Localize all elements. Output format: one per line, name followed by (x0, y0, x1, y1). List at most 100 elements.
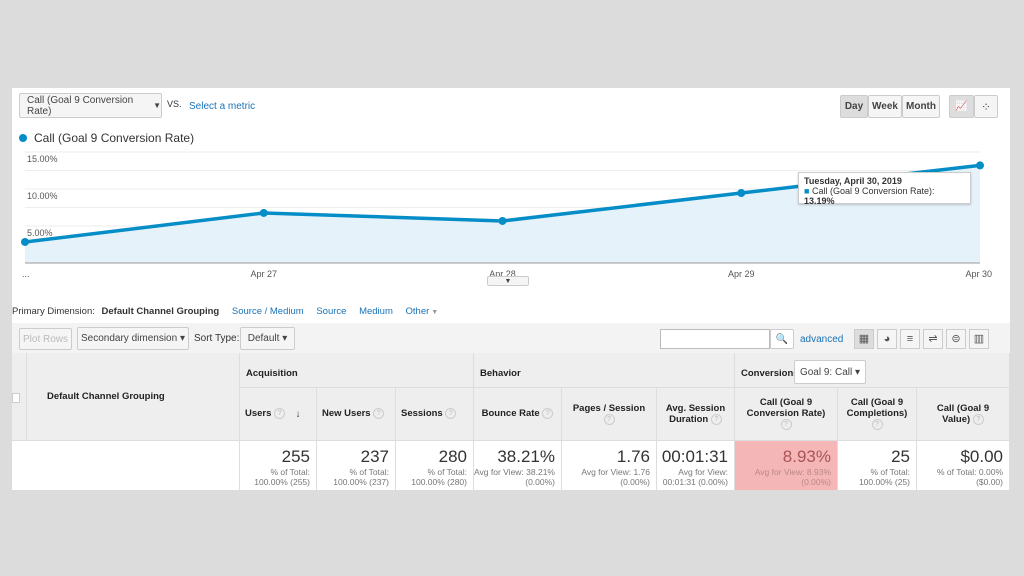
group-behavior: Behavior (474, 353, 735, 388)
column-header-label: Users (245, 409, 271, 420)
primary-dimension-bar: Primary Dimension: Default Channel Group… (12, 306, 438, 317)
total-cell: 255% of Total: 100.00% (255) (240, 441, 317, 490)
group-conversions: Conversions (735, 353, 1010, 388)
total-cell: 25% of Total: 100.00% (25) (838, 441, 917, 490)
week-button[interactable]: Week (868, 95, 902, 118)
select-all-checkbox[interactable] (12, 393, 20, 403)
column-header[interactable]: Sessions ? (396, 388, 474, 441)
pie-view-icon[interactable]: ◕ (877, 329, 897, 349)
help-icon[interactable]: ? (781, 419, 792, 430)
data-point (737, 189, 745, 197)
plot-rows-button[interactable]: Plot Rows (19, 328, 72, 350)
column-header-label: Pages / Session (573, 403, 645, 414)
total-subtext: % of Total: 0.00% ($0.00) (917, 467, 1003, 487)
column-header[interactable]: Call (Goal 9 Conversion Rate) ? (735, 388, 838, 441)
dimension-source-medium[interactable]: Source / Medium (232, 306, 304, 317)
data-point (976, 161, 984, 169)
line-chart: 15.00%10.00%5.00%...Apr 27Apr 28Apr 29Ap… (12, 148, 1010, 288)
table-search-input[interactable] (660, 329, 770, 349)
column-header[interactable]: New Users ? (317, 388, 396, 441)
total-row-label (12, 441, 240, 490)
total-value: 8.93% (735, 447, 831, 467)
primary-dimension-label: Primary Dimension: (12, 306, 95, 317)
total-subtext: % of Total: 100.00% (280) (396, 467, 467, 487)
table-view-icon[interactable]: ▦ (854, 329, 874, 349)
column-header-label: New Users (322, 409, 371, 420)
column-header[interactable]: Call (Goal 9 Completions) ? (838, 388, 917, 441)
help-icon[interactable]: ? (542, 408, 553, 419)
line-chart-icon[interactable]: 📈 (949, 95, 974, 118)
month-button[interactable]: Month (902, 95, 940, 118)
help-icon[interactable]: ? (973, 414, 984, 425)
total-value: 255 (240, 447, 310, 467)
help-icon[interactable]: ? (872, 419, 883, 430)
column-header[interactable]: Avg. Session Duration ? (657, 388, 735, 441)
select-metric-link[interactable]: Select a metric (189, 101, 255, 112)
collapse-chart-button[interactable]: ▼ (487, 276, 529, 286)
total-value: 38.21% (474, 447, 555, 467)
total-subtext: % of Total: 100.00% (237) (317, 467, 389, 487)
total-value: 00:01:31 (657, 447, 728, 467)
total-subtext: Avg for View: 8.93% (0.00%) (735, 467, 831, 487)
x-tick-label: Apr 29 (728, 269, 755, 279)
total-cell: 280% of Total: 100.00% (280) (396, 441, 474, 490)
total-value: 280 (396, 447, 467, 467)
y-tick-label: 15.00% (27, 154, 58, 164)
data-point (260, 209, 268, 217)
goal-select[interactable]: Goal 9: Call ▾ (794, 360, 866, 384)
total-cell: 8.93%Avg for View: 8.93% (0.00%) (735, 441, 838, 490)
group-acquisition: Acquisition (240, 353, 474, 388)
sort-type-label: Sort Type: (194, 333, 239, 344)
tooltip-value: 13.19% (804, 196, 835, 206)
period-toggle: Day Week Month (840, 95, 940, 118)
total-subtext: Avg for View: 00:01:31 (0.00%) (657, 467, 728, 487)
column-header-label: Bounce Rate (482, 409, 540, 420)
sort-desc-icon[interactable]: ↓ (296, 409, 301, 420)
column-header[interactable]: Pages / Session ? (562, 388, 657, 441)
pivot-view-icon[interactable]: ▥ (969, 329, 989, 349)
total-value: 25 (838, 447, 910, 467)
help-icon[interactable]: ? (445, 408, 456, 419)
metric-select[interactable]: Call (Goal 9 Conversion Rate)▼ (19, 93, 162, 118)
total-cell: 38.21%Avg for View: 38.21% (0.00%) (474, 441, 562, 490)
total-value: $0.00 (917, 447, 1003, 467)
legend-label: Call (Goal 9 Conversion Rate) (34, 131, 194, 145)
column-header[interactable]: Users ? ↓ (240, 388, 317, 441)
comparison-view-icon[interactable]: ⇌ (923, 329, 943, 349)
secondary-dimension-select[interactable]: Secondary dimension ▾ (77, 327, 189, 350)
day-button[interactable]: Day (840, 95, 868, 118)
column-header[interactable]: Bounce Rate ? (474, 388, 562, 441)
term-cloud-icon[interactable]: ⊜ (946, 329, 966, 349)
column-header-label: Sessions (401, 409, 443, 420)
x-tick-label: Apr 27 (250, 269, 277, 279)
column-header-label: Call (Goal 9 Conversion Rate) (747, 397, 826, 419)
performance-view-icon[interactable]: ≡ (900, 329, 920, 349)
y-tick-label: 5.00% (27, 228, 53, 238)
help-icon[interactable]: ? (604, 414, 615, 425)
chart-tooltip: Tuesday, April 30, 2019 ■ Call (Goal 9 C… (798, 172, 971, 204)
x-tick-label: Apr 30 (965, 269, 992, 279)
dimension-source[interactable]: Source (316, 306, 346, 317)
total-subtext: Avg for View: 38.21% (0.00%) (474, 467, 555, 487)
dimension-medium[interactable]: Medium (359, 306, 393, 317)
total-cell: $0.00% of Total: 0.00% ($0.00) (917, 441, 1010, 490)
report-panel: Call (Goal 9 Conversion Rate)▼ VS. Selec… (12, 88, 1010, 490)
y-tick-label: 10.00% (27, 191, 58, 201)
data-point (499, 217, 507, 225)
search-icon[interactable]: 🔍 (770, 329, 794, 349)
tooltip-date: Tuesday, April 30, 2019 (804, 176, 965, 186)
total-cell: 237% of Total: 100.00% (237) (317, 441, 396, 490)
sort-type-select[interactable]: Default ▾ (240, 327, 295, 350)
dimension-header[interactable]: Default Channel Grouping (27, 353, 240, 441)
motion-chart-icon[interactable]: ⁘ (974, 95, 998, 118)
help-icon[interactable]: ? (373, 408, 384, 419)
dropdown-arrow-icon: ▼ (153, 101, 161, 110)
column-header[interactable]: Call (Goal 9 Value) ? (917, 388, 1010, 441)
legend-dot-icon (19, 134, 27, 142)
help-icon[interactable]: ? (274, 408, 285, 419)
advanced-link[interactable]: advanced (800, 334, 843, 345)
dimension-other[interactable]: Other (406, 306, 430, 317)
dimension-default-channel-grouping[interactable]: Default Channel Grouping (102, 306, 220, 317)
help-icon[interactable]: ? (711, 414, 722, 425)
total-subtext: % of Total: 100.00% (255) (240, 467, 310, 487)
